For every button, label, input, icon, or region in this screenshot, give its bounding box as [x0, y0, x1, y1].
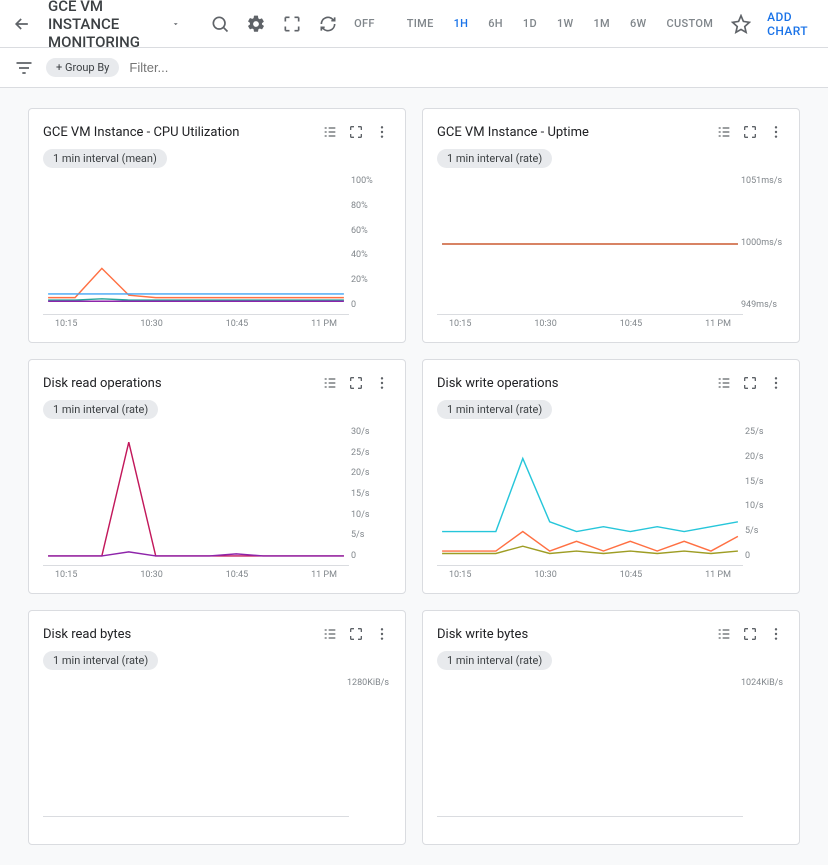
time-tab-1m[interactable]: 1M	[584, 11, 620, 36]
chart-title: GCE VM Instance - CPU Utilization	[43, 125, 239, 140]
time-tab-1h[interactable]: 1H	[444, 11, 479, 36]
y-axis-ticks: 30/s25/s20/s15/s10/s5/s0	[351, 427, 391, 561]
expand-button[interactable]	[741, 374, 759, 392]
time-range-tabs: TIME 1H 6H 1D 1W 1M 6W CUSTOM	[397, 11, 723, 36]
legend-button[interactable]	[321, 123, 339, 141]
y-axis-ticks: 25/s20/s15/s10/s5/s0	[745, 427, 785, 561]
chart-card-uptime: GCE VM Instance - Uptime 1 min interval (…	[422, 108, 800, 343]
favorite-button[interactable]	[731, 8, 751, 40]
dashboard-grid: GCE VM Instance - CPU Utilization 1 min i…	[0, 88, 828, 865]
x-axis-ticks: 10:1510:3010:4511 PM	[43, 314, 349, 332]
add-chart-button[interactable]: ADD CHART	[759, 10, 816, 38]
legend-button[interactable]	[321, 374, 339, 392]
x-axis-ticks: 10:1510:3010:4511 PM	[43, 565, 349, 583]
chart-card-disk_read_bytes: Disk read bytes 1 min interval (rate) 1280…	[28, 610, 406, 845]
chart-plot	[43, 429, 349, 561]
search-button[interactable]	[204, 8, 236, 40]
time-tab-1d[interactable]: 1D	[513, 11, 547, 36]
legend-button[interactable]	[715, 123, 733, 141]
interval-chip[interactable]: 1 min interval (rate)	[437, 149, 552, 168]
more-button[interactable]	[373, 374, 391, 392]
filter-input[interactable]	[129, 56, 305, 79]
chart-title: Disk write operations	[437, 376, 558, 391]
autorefresh-off-label: OFF	[348, 17, 381, 30]
chart-title: Disk read bytes	[43, 627, 131, 642]
chart-card-disk_write_ops: Disk write operations 1 min interval (rat…	[422, 359, 800, 594]
more-button[interactable]	[767, 123, 785, 141]
time-tab-6h[interactable]: 6H	[478, 11, 513, 36]
x-axis-ticks: 10:1510:3010:4511 PM	[437, 565, 743, 583]
chart-plot	[43, 680, 349, 812]
interval-chip[interactable]: 1 min interval (rate)	[43, 400, 158, 419]
settings-button[interactable]	[240, 8, 272, 40]
chart-title: GCE VM Instance - Uptime	[437, 125, 589, 140]
y-axis-ticks: 100%80%60%40%20%0	[351, 176, 391, 310]
chart-title: Disk read operations	[43, 376, 162, 391]
time-label: TIME	[397, 11, 444, 36]
filter-icon[interactable]	[12, 56, 36, 80]
refresh-button[interactable]	[312, 8, 344, 40]
chart-plot	[43, 178, 349, 310]
expand-button[interactable]	[741, 625, 759, 643]
chart-plot	[437, 680, 743, 812]
legend-button[interactable]	[321, 625, 339, 643]
more-button[interactable]	[373, 625, 391, 643]
chart-card-cpu: GCE VM Instance - CPU Utilization 1 min i…	[28, 108, 406, 343]
time-tab-1w[interactable]: 1W	[547, 11, 584, 36]
expand-button[interactable]	[347, 625, 365, 643]
chart-title: Disk write bytes	[437, 627, 528, 642]
y-axis-ticks: 1280KiB/s	[347, 678, 391, 812]
expand-button[interactable]	[741, 123, 759, 141]
back-button[interactable]	[12, 8, 32, 40]
time-tab-custom[interactable]: CUSTOM	[657, 11, 724, 36]
interval-chip[interactable]: 1 min interval (rate)	[43, 651, 158, 670]
x-axis-ticks	[43, 816, 349, 834]
interval-chip[interactable]: 1 min interval (rate)	[437, 651, 552, 670]
x-axis-ticks: 10:1510:3010:4511 PM	[437, 314, 743, 332]
legend-button[interactable]	[715, 625, 733, 643]
chart-card-disk_write_bytes: Disk write bytes 1 min interval (rate) 102…	[422, 610, 800, 845]
chart-plot	[437, 178, 743, 310]
group-by-chip[interactable]: + Group By	[46, 58, 119, 77]
expand-button[interactable]	[347, 123, 365, 141]
dashboard-title-dropdown[interactable]: GCE VM INSTANCE MONITORING	[40, 0, 188, 51]
chart-plot	[437, 429, 743, 561]
dashboard-title: GCE VM INSTANCE MONITORING	[48, 0, 167, 51]
interval-chip[interactable]: 1 min interval (mean)	[43, 149, 167, 168]
legend-button[interactable]	[715, 374, 733, 392]
chart-card-disk_read_ops: Disk read operations 1 min interval (rate…	[28, 359, 406, 594]
more-button[interactable]	[373, 123, 391, 141]
more-button[interactable]	[767, 374, 785, 392]
toolbar-actions: OFF	[204, 8, 381, 40]
time-tab-6w[interactable]: 6W	[620, 11, 657, 36]
y-axis-ticks: 1024KiB/s	[741, 678, 785, 812]
interval-chip[interactable]: 1 min interval (rate)	[437, 400, 552, 419]
more-button[interactable]	[767, 625, 785, 643]
filter-bar: + Group By	[0, 48, 828, 88]
expand-button[interactable]	[347, 374, 365, 392]
x-axis-ticks	[437, 816, 743, 834]
fullscreen-button[interactable]	[276, 8, 308, 40]
y-axis-ticks: 1051ms/s1000ms/s949ms/s	[741, 176, 785, 310]
top-toolbar: GCE VM INSTANCE MONITORING OFF TIME 1H 6…	[0, 0, 828, 48]
chevron-down-icon	[171, 15, 180, 33]
